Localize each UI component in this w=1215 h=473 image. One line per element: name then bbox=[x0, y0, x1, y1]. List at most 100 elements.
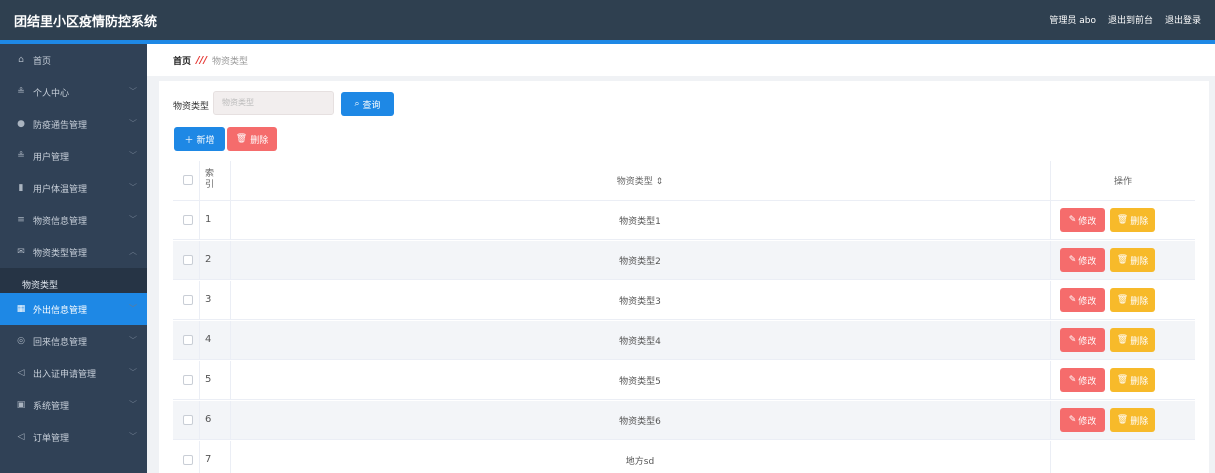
sidebar-item-temperature[interactable]: ▮ 用户体温管理 ﹀ bbox=[0, 172, 147, 204]
column-divider bbox=[1050, 401, 1051, 439]
delete-button[interactable]: 🗑 删除 bbox=[1110, 328, 1155, 352]
edit-icon: ✎ bbox=[1068, 375, 1077, 385]
sidebar-item-label: 防疫通告管理 bbox=[33, 120, 88, 131]
sidebar-item-home[interactable]: ⌂ 首页 bbox=[0, 44, 147, 76]
sidebar-item-label: 物资类型 bbox=[22, 280, 59, 291]
sidebar-item-label: 物资类型管理 bbox=[33, 248, 88, 259]
edit-label: 修改 bbox=[1078, 256, 1097, 267]
edit-button[interactable]: ✎ 修改 bbox=[1060, 408, 1105, 432]
chevron-up-icon: ︿ bbox=[129, 247, 137, 256]
trash-icon: 🗑 bbox=[1116, 215, 1129, 225]
sidebar: ⌂ 首页 ≗ 个人中心 ﹀ ● 防疫通告管理 ﹀ ≗ 用户管理 ﹀ ▮ 用户体温… bbox=[0, 44, 147, 473]
breadcrumb-home[interactable]: 首页 bbox=[173, 54, 191, 67]
header-type[interactable]: 物资类型 ⇕ bbox=[230, 174, 1050, 187]
sidebar-item-outing-info[interactable]: ▦ 外出信息管理 ﹀ bbox=[0, 293, 147, 325]
row-index: 1 bbox=[205, 214, 212, 225]
edit-icon: ✎ bbox=[1068, 255, 1077, 265]
top-right-links: 管理员 abo 退出到前台 退出登录 bbox=[1049, 13, 1201, 26]
back-to-front-link[interactable]: 退出到前台 bbox=[1108, 13, 1153, 26]
delete-label: 删除 bbox=[1130, 336, 1149, 347]
add-button[interactable]: ＋ 新增 bbox=[174, 127, 225, 151]
edit-button[interactable]: ✎ 修改 bbox=[1060, 288, 1105, 312]
content-panel: 物资类型 物资类型 ⌕ 查询 ＋ 新增 🗑 删除 索引 物资类型 ⇕ 操作 1 … bbox=[159, 81, 1209, 473]
delete-button[interactable]: 🗑 删除 bbox=[1110, 368, 1155, 392]
row-checkbox[interactable] bbox=[183, 255, 193, 265]
sidebar-item-label: 系统管理 bbox=[33, 401, 70, 412]
sidebar-item-system[interactable]: ▣ 系统管理 ﹀ bbox=[0, 389, 147, 421]
delete-label: 删除 bbox=[1130, 216, 1149, 227]
row-checkbox[interactable] bbox=[183, 295, 193, 305]
edit-label: 修改 bbox=[1078, 336, 1097, 347]
column-divider bbox=[199, 441, 200, 473]
delete-button[interactable]: 🗑 删除 bbox=[1110, 248, 1155, 272]
row-type: 物资类型4 bbox=[619, 337, 661, 347]
sidebar-item-supply-types[interactable]: ✉ 物资类型管理 ︿ bbox=[0, 236, 147, 268]
edit-button[interactable]: ✎ 修改 bbox=[1060, 328, 1105, 352]
sidebar-item-label: 首页 bbox=[33, 56, 52, 67]
sidebar-item-pass-application[interactable]: ◁ 出入证申请管理 ﹀ bbox=[0, 357, 147, 389]
table-row: 5 物资类型5 ✎ 修改 🗑 删除 bbox=[173, 361, 1195, 400]
sidebar-item-supplies-info[interactable]: ≡ 物资信息管理 ﹀ bbox=[0, 204, 147, 236]
search-button[interactable]: ⌕ 查询 bbox=[341, 92, 394, 116]
edit-button[interactable]: ✎ 修改 bbox=[1060, 368, 1105, 392]
circle-icon: ◎ bbox=[17, 336, 25, 346]
sidebar-item-personal-center[interactable]: ≗ 个人中心 ﹀ bbox=[0, 76, 147, 108]
row-checkbox[interactable] bbox=[183, 415, 193, 425]
top-bar: 团结里小区疫情防控系统 管理员 abo 退出到前台 退出登录 bbox=[0, 0, 1215, 40]
row-type: 地方sd bbox=[625, 457, 655, 467]
delete-button[interactable]: 🗑 删除 bbox=[1110, 288, 1155, 312]
edit-icon: ✎ bbox=[1068, 215, 1077, 225]
row-index: 4 bbox=[205, 334, 212, 345]
select-all-checkbox[interactable] bbox=[183, 175, 193, 185]
trash-icon: 🗑 bbox=[235, 134, 248, 144]
user-icon: ≗ bbox=[17, 87, 25, 97]
logout-link[interactable]: 退出登录 bbox=[1165, 13, 1201, 26]
row-index: 3 bbox=[205, 294, 212, 305]
chevron-down-icon: ﹀ bbox=[129, 119, 137, 128]
search-input[interactable]: 物资类型 bbox=[213, 91, 334, 115]
thermometer-icon: ▮ bbox=[18, 183, 24, 193]
delete-button[interactable]: 🗑 删除 bbox=[1110, 208, 1155, 232]
location-icon: ● bbox=[17, 119, 25, 129]
row-checkbox[interactable] bbox=[183, 455, 193, 465]
chevron-down-icon: ﹀ bbox=[129, 368, 137, 377]
breadcrumb: 首页 /// 物资类型 bbox=[147, 44, 1215, 76]
sidebar-item-label: 用户管理 bbox=[33, 152, 70, 163]
search-icon: ⌕ bbox=[354, 99, 360, 109]
column-divider bbox=[199, 161, 200, 200]
chevron-down-icon: ﹀ bbox=[129, 151, 137, 160]
table-row: 2 物资类型2 ✎ 修改 🗑 删除 bbox=[173, 241, 1195, 280]
header-ops: 操作 bbox=[1113, 177, 1132, 187]
search-button-label: 查询 bbox=[362, 100, 381, 111]
delete-label: 删除 bbox=[1130, 376, 1149, 387]
sidebar-item-users[interactable]: ≗ 用户管理 ﹀ bbox=[0, 140, 147, 172]
column-divider bbox=[1050, 321, 1051, 359]
row-checkbox[interactable] bbox=[183, 375, 193, 385]
edit-icon: ✎ bbox=[1068, 335, 1077, 345]
column-divider bbox=[1050, 281, 1051, 319]
table-row: 6 物资类型6 ✎ 修改 🗑 删除 bbox=[173, 401, 1195, 440]
column-divider bbox=[199, 321, 200, 359]
delete-button[interactable]: 🗑 删除 bbox=[1110, 408, 1155, 432]
row-type: 物资类型1 bbox=[619, 217, 661, 227]
row-index: 6 bbox=[205, 414, 212, 425]
trash-icon: 🗑 bbox=[1116, 255, 1129, 265]
mail-icon: ✉ bbox=[17, 247, 25, 257]
batch-delete-button[interactable]: 🗑 删除 bbox=[227, 127, 277, 151]
app-title: 团结里小区疫情防控系统 bbox=[14, 15, 158, 30]
sidebar-item-return-info[interactable]: ◎ 回来信息管理 ﹀ bbox=[0, 325, 147, 357]
trash-icon: 🗑 bbox=[1116, 335, 1129, 345]
user-icon: ≗ bbox=[17, 151, 25, 161]
row-checkbox[interactable] bbox=[183, 335, 193, 345]
table-row: 4 物资类型4 ✎ 修改 🗑 删除 bbox=[173, 321, 1195, 360]
table-row: 3 物资类型3 ✎ 修改 🗑 删除 bbox=[173, 281, 1195, 320]
sidebar-item-orders[interactable]: ◁ 订单管理 ﹀ bbox=[0, 421, 147, 453]
chevron-down-icon: ﹀ bbox=[129, 215, 137, 224]
column-divider bbox=[199, 201, 200, 239]
row-type: 物资类型3 bbox=[619, 297, 661, 307]
row-checkbox[interactable] bbox=[183, 215, 193, 225]
edit-button[interactable]: ✎ 修改 bbox=[1060, 248, 1105, 272]
edit-button[interactable]: ✎ 修改 bbox=[1060, 208, 1105, 232]
sidebar-item-notice[interactable]: ● 防疫通告管理 ﹀ bbox=[0, 108, 147, 140]
column-divider bbox=[199, 401, 200, 439]
